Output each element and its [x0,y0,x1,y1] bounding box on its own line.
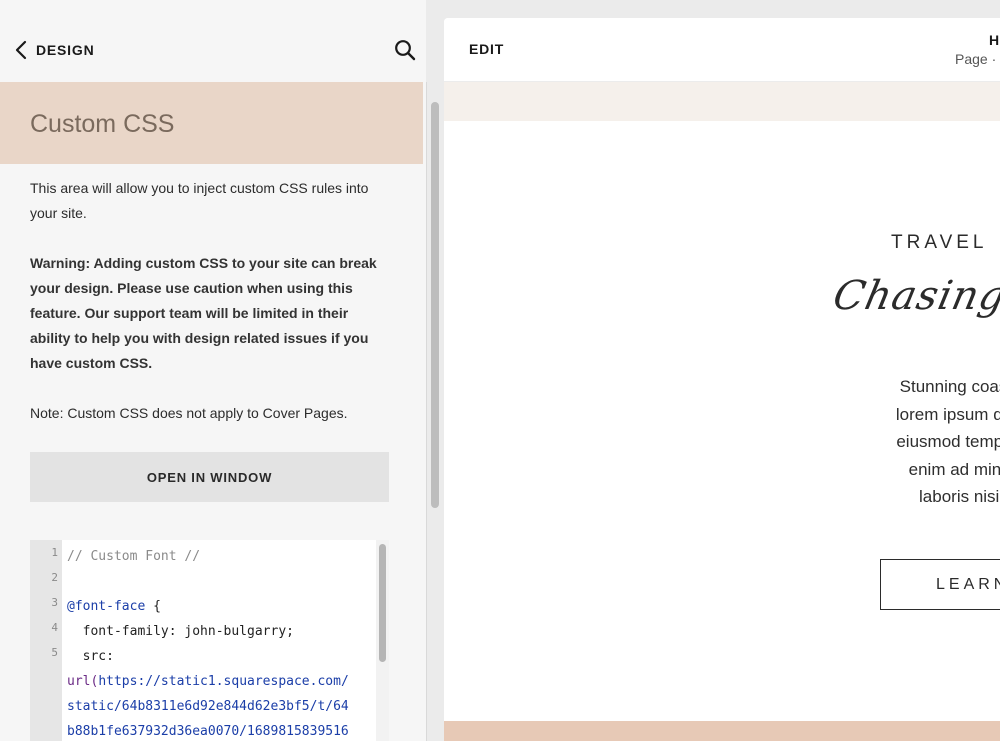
search-icon [395,40,416,61]
code-token: url( [67,674,99,689]
current-page-meta: Page · I [955,51,1000,67]
warning-text: Warning: Adding custom CSS to your site … [30,255,377,371]
site-preview: EDIT H Page · I TRAVEL Chasing Stunning … [444,18,1000,741]
body-line: enim ad minim veniam, quis [908,459,1000,479]
code-line: url(https://static1.squarespace.com/ [67,674,349,689]
back-to-design-button[interactable]: DESIGN [14,38,94,62]
back-label: DESIGN [36,42,95,58]
code-line: // Custom Font // [67,549,201,564]
code-token: url(https://static1.squarespace.com/ [67,674,349,689]
panel-topbar: DESIGN [0,0,426,82]
css-code-editor[interactable]: 1 2 3 4 5 // Custom Font // @font-face {… [30,540,389,741]
code-token: https://static1.squarespace.com/ [98,674,349,689]
line-number: 3 [51,596,58,609]
note-text: Note: Custom CSS does not apply to Cover… [30,405,348,421]
line-number-gutter: 1 2 3 4 5 [30,540,62,741]
code-line: @font-face { [67,599,161,614]
panel-scroll-thumb[interactable] [431,102,439,508]
chevron-left-icon [15,40,27,60]
line-number: 5 [51,646,58,659]
page-title: Custom CSS [30,110,175,138]
announcement-bar [444,82,1000,121]
body-line: eiusmod tempor incididunt ut la [896,432,1000,451]
code-scroll-thumb[interactable] [379,544,386,662]
line-number: 1 [51,546,58,559]
learn-more-button[interactable]: LEARN [880,559,1000,610]
open-in-window-button[interactable]: OPEN IN WINDOW [30,452,389,502]
body-line: laboris nisi ut aliquip ex e [919,487,1000,506]
hero-heading: TRAVEL [891,232,988,253]
line-number: 4 [51,621,58,634]
code-line: static/64b8311e6d92e844d62e3bf5/t/64 [67,699,349,714]
hero-body-text: Stunning coastlines, all day su lorem ip… [734,373,1000,511]
design-panel: DESIGN Custom CSS This area will allow y… [0,0,426,741]
code-line: b88b1fe637932d36ea0070/1689815839516 [67,724,349,739]
preview-toolbar: EDIT H Page · I [444,18,1000,82]
panel-scrollbar[interactable] [426,82,442,741]
current-page-name: H [989,32,1000,48]
code-line: font-family: john-bulgarry; [67,624,294,639]
hero-script-title: Chasing [829,273,1000,319]
code-token: @font-face [67,599,146,614]
footer-band [444,721,1000,741]
body-line: Stunning coastlines, all day su [899,377,1000,396]
code-scrollbar[interactable] [376,540,389,741]
panel-header-band: Custom CSS [0,82,423,164]
code-line: src: [67,649,114,664]
search-button[interactable] [394,39,416,61]
description-text: This area will allow you to inject custo… [30,180,369,221]
edit-button[interactable]: EDIT [469,41,504,57]
body-line: lorem ipsum dolor sit amet, con [895,404,1000,424]
line-number: 2 [51,571,58,584]
